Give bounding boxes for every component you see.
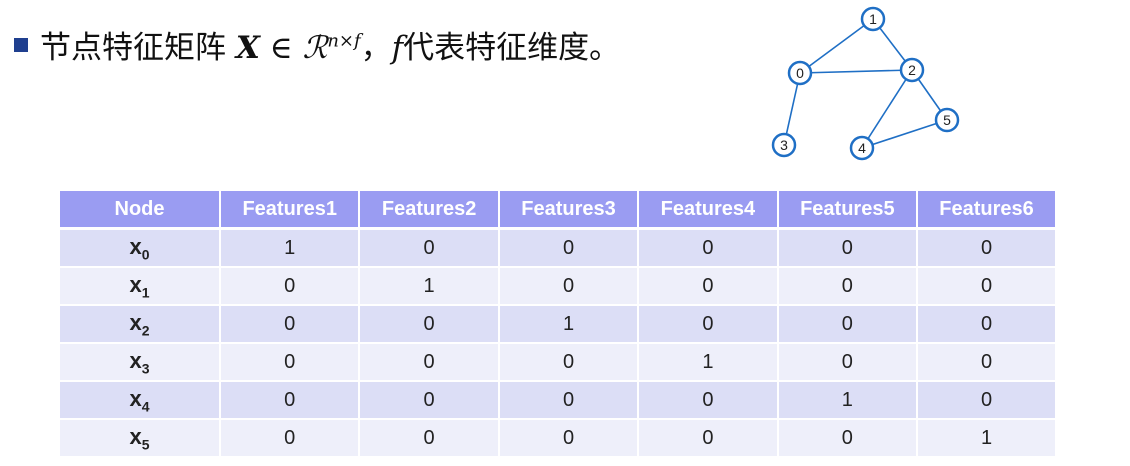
- feature-cell: 0: [218, 267, 360, 306]
- feature-cell: 0: [916, 381, 1055, 420]
- node-label: 3: [780, 137, 788, 153]
- column-header-features5: Features5: [776, 191, 918, 230]
- feature-cell: 1: [497, 305, 639, 344]
- feature-cell: 0: [218, 419, 360, 458]
- node-label: 2: [908, 62, 916, 78]
- feature-cell: 0: [358, 381, 499, 420]
- column-header-features3: Features3: [497, 191, 639, 230]
- feature-cell: 0: [637, 267, 778, 306]
- table-row: x0 1 0 0 0 0 0: [60, 228, 1055, 268]
- feature-cell: 0: [358, 419, 499, 458]
- node-cell: x5: [60, 419, 220, 458]
- feature-cell: 0: [776, 228, 918, 268]
- feature-cell: 0: [776, 305, 918, 344]
- feature-cell: 0: [637, 305, 778, 344]
- feature-cell: 0: [916, 267, 1055, 306]
- feature-cell: 0: [916, 343, 1055, 382]
- node-subscript: 4: [141, 398, 150, 415]
- feature-cell: 0: [776, 267, 918, 306]
- graph-node-2: 2: [899, 57, 925, 83]
- graph-node-0: 0: [787, 60, 813, 86]
- feature-cell: 0: [916, 305, 1055, 344]
- feature-cell: 0: [218, 343, 360, 382]
- node-subscript: 0: [141, 246, 150, 263]
- node-cell: x2: [60, 305, 220, 344]
- feature-cell: 0: [916, 228, 1055, 268]
- table-row: x2 0 0 1 0 0 0: [60, 305, 1055, 344]
- feature-cell: 1: [637, 343, 778, 382]
- feature-cell: 0: [358, 343, 499, 382]
- graph-edge-0-1: [799, 18, 874, 74]
- node-label: 1: [869, 11, 877, 27]
- graph-edge-2-4: [861, 69, 913, 149]
- column-header-features2: Features2: [358, 191, 499, 230]
- feature-cell: 1: [218, 228, 360, 268]
- feature-cell: 0: [497, 343, 639, 382]
- column-header-features6: Features6: [916, 191, 1055, 230]
- column-header-features1: Features1: [218, 191, 360, 230]
- node-cell: x4: [60, 381, 220, 420]
- table-row: x1 0 1 0 0 0 0: [60, 267, 1055, 306]
- feature-cell: 0: [637, 381, 778, 420]
- feature-cell: 0: [218, 305, 360, 344]
- feature-cell: 0: [358, 305, 499, 344]
- node-subscript: 1: [141, 284, 150, 301]
- node-label: 0: [796, 65, 804, 81]
- node-label: 4: [858, 140, 866, 156]
- node-cell: x0: [60, 228, 220, 268]
- table-row: x3 0 0 0 1 0 0: [60, 343, 1055, 382]
- feature-cell: 0: [637, 419, 778, 458]
- graph-node-1: 1: [860, 6, 886, 32]
- graph-diagram: 0 1 2 3 4 5: [771, 6, 960, 161]
- feature-cell: 0: [497, 228, 639, 268]
- node-label: 5: [943, 112, 951, 128]
- feature-cell: 0: [358, 228, 499, 268]
- feature-cell: 0: [776, 343, 918, 382]
- node-cell: x1: [60, 267, 220, 306]
- feature-cell: 0: [218, 381, 360, 420]
- column-header-features4: Features4: [637, 191, 778, 230]
- table-row: x5 0 0 0 0 0 1: [60, 419, 1055, 458]
- feature-matrix-table: Node Features1 Features2 Features3 Features4…: [60, 191, 1055, 458]
- feature-cell: 0: [497, 419, 639, 458]
- feature-cell: 0: [776, 419, 918, 458]
- feature-cell: 0: [497, 381, 639, 420]
- node-cell: x3: [60, 343, 220, 382]
- column-header-node: Node: [60, 191, 220, 230]
- graph-edge-0-2: [799, 69, 913, 74]
- feature-cell: 1: [358, 267, 499, 306]
- table-row: x4 0 0 0 0 1 0: [60, 381, 1055, 420]
- graph-node-4: 4: [849, 135, 875, 161]
- graph-node-5: 5: [934, 107, 960, 133]
- graph-node-3: 3: [771, 132, 797, 158]
- feature-cell: 1: [776, 381, 918, 420]
- feature-cell: 0: [637, 228, 778, 268]
- table-header-row: Node Features1 Features2 Features3 Features4…: [60, 191, 1055, 230]
- graph-edge-4-5: [861, 119, 948, 149]
- node-subscript: 5: [141, 436, 150, 453]
- node-subscript: 3: [141, 360, 150, 377]
- feature-cell: 0: [497, 267, 639, 306]
- node-subscript: 2: [141, 322, 150, 339]
- feature-cell: 1: [916, 419, 1055, 458]
